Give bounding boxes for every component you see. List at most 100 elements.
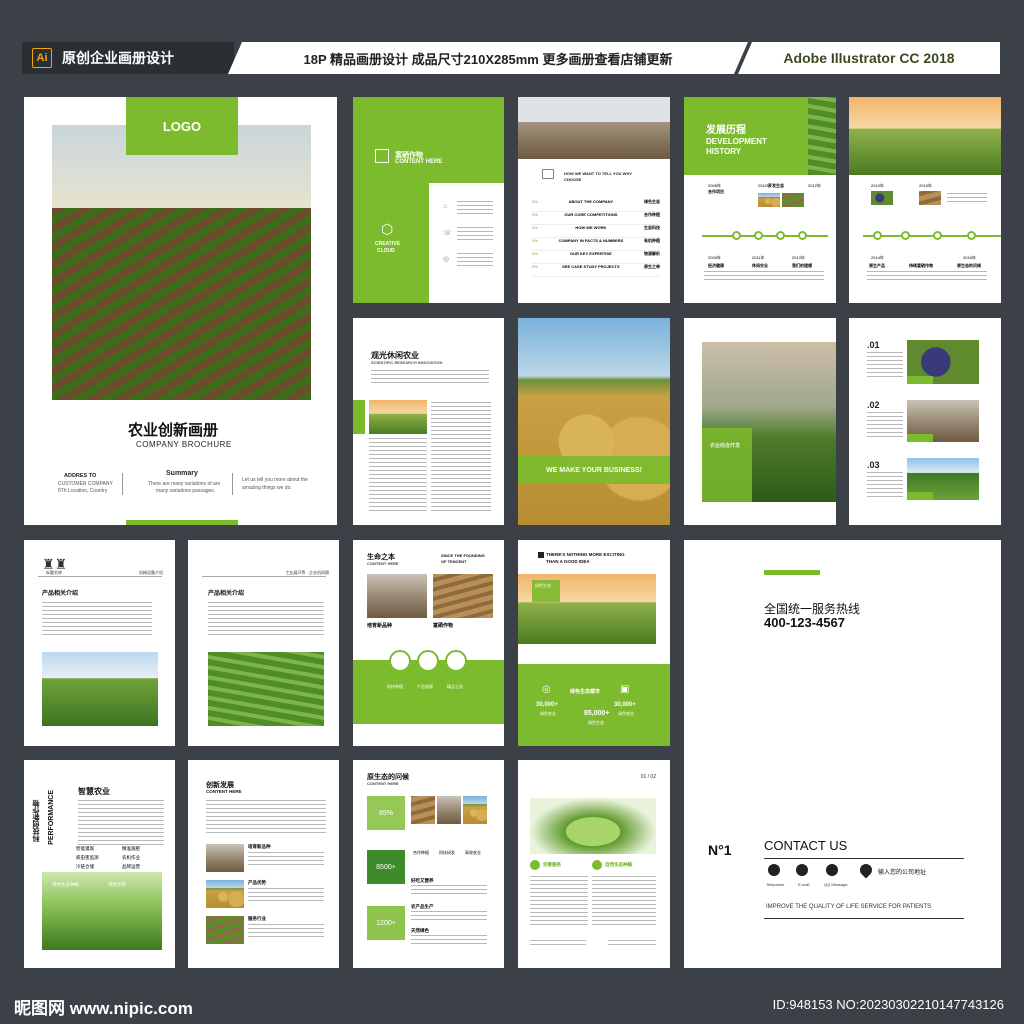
history-title-en-l2: HISTORY — [706, 147, 742, 156]
smart-item: 智能灌溉 — [76, 846, 94, 851]
cover-summary-l1: There are many variations of are — [148, 481, 221, 487]
tourism-green-bar — [353, 400, 365, 434]
phone-icon — [768, 864, 780, 876]
cover-page: LOGO 农业创新画册 COMPANY BROCHURE ADDRES TO C… — [24, 97, 337, 525]
cover-tell-l1: Let us tell you more about the — [242, 477, 308, 483]
index-en: SEE CASE STUDY PROJECTS — [562, 264, 620, 269]
product1-divider — [38, 576, 162, 577]
exciting-center-label: 绿色生态都市 — [570, 689, 601, 695]
smart-intro — [78, 800, 164, 846]
smart-item: 病虫害监测 — [76, 855, 99, 860]
list3-page: .01 生态葡萄 .02 农业机械 .03 玉米种植 — [849, 318, 1001, 525]
greeting-sub-3: 天然绿色 — [411, 928, 429, 933]
smart-side-en: PERFORMANCE — [48, 790, 55, 845]
history2-text — [947, 193, 987, 205]
index-en: OUR KEY EXPERTISE — [570, 251, 612, 256]
exciting-stat-2: 85,000+ — [584, 710, 610, 717]
history-timeline — [702, 235, 828, 237]
greeting-stat-3: 1200+ — [367, 906, 405, 940]
exciting-stat-1: 30,000+ — [536, 702, 558, 708]
leaf-label-1: 完善服务 — [543, 862, 561, 867]
index-pct: 0% — [532, 251, 538, 256]
product2-specs — [208, 602, 324, 636]
list3-text-2 — [867, 412, 903, 440]
history-page: 发展历程 DEVELOPMENT HISTORY 2008年 合作项目 2010… — [684, 97, 836, 303]
smart-items: 智能灌溉 精准施肥 病虫害监测 农机作业 冷链仓储 品牌运营 — [76, 846, 168, 870]
history2-page: 2013年 2015年 2014年 2016年 原生产品 持续富硒作物 原生态的… — [849, 97, 1001, 303]
header-bar: Ai 原创企业画册设计 18P 精品画册设计 成品尺寸210X285mm 更多画… — [22, 42, 1000, 74]
history-bottom-year-2: 2011年 — [752, 255, 765, 260]
contents-creative-l2: CLOUD — [377, 248, 395, 254]
leaf-foot-2 — [608, 940, 656, 948]
history-top-label-1: 合作项目 — [708, 189, 724, 194]
smart-side-cn: 科技创新作物 — [33, 800, 40, 842]
exciting-icon-2: ▣ — [620, 684, 630, 695]
product1-specs — [42, 602, 152, 638]
cover-address-label: ADDRES TO — [64, 473, 97, 479]
leaf-foot-1 — [530, 940, 586, 948]
cover-address-l1: CUSTOMER COMPANY — [58, 481, 113, 487]
smart-img-label-1: 绿色生态种植 — [52, 882, 79, 887]
greeting-sub-2: 农产品生产 — [411, 904, 434, 909]
index-row: 0% OUR KEY EXPERTISE 物源解析 — [532, 251, 660, 264]
index-head-l1: HOW WE WANT TO TELL YOU WHY — [564, 171, 632, 176]
history2-dot-2 — [901, 231, 910, 240]
greeting-stat-1: 85% — [367, 796, 405, 830]
list3-caption-2-bg: 农业机械 — [907, 434, 933, 448]
contact-icon-label-1: Telephone — [766, 882, 785, 887]
greeting-photo-1 — [411, 796, 435, 824]
contact-hotline: 400-123-4567 — [764, 615, 845, 630]
harvester-photo — [518, 97, 670, 159]
index-row: 0% SEE CASE STUDY PROJECTS 原生之帝 — [532, 264, 660, 277]
leaf-col-1 — [530, 876, 588, 926]
index-en: HOW WE WORK — [575, 225, 607, 230]
history-thumb-1 — [758, 193, 780, 207]
history2-photo — [849, 97, 1001, 175]
leaf-col-2 — [592, 876, 656, 926]
smart-item: 精准施肥 — [122, 846, 140, 851]
life-photo-2 — [433, 574, 493, 618]
list3-num-3: .03 — [867, 460, 880, 470]
history2-dot-3 — [933, 231, 942, 240]
index-list: 0% ABOUT THE COMPANY 绿色生态 0% OUR CORE CO… — [532, 199, 660, 277]
contact-divider — [764, 858, 964, 859]
tourism-title-en: SCIENTIFIC RESEARCH INNOVATION — [371, 360, 443, 365]
product2-photo — [208, 652, 324, 726]
sprinkler-caption-box: 农业综合开发 — [702, 428, 752, 502]
index-head-l2: CHOOSE — [564, 177, 582, 182]
exciting-icon-1: ◎ — [542, 684, 551, 695]
sprinkler-page: 农业综合开发 — [684, 318, 836, 525]
greeting-text-1 — [411, 885, 487, 897]
history2-top-year-2: 2015年 — [919, 183, 932, 188]
index-cn: 原生之帝 — [644, 264, 660, 269]
smart-item: 农机作业 — [122, 855, 140, 860]
history-dot-4 — [798, 231, 807, 240]
exciting-stat-1-label: 绿色农业 — [540, 711, 556, 716]
greeting-stat-3-value: 1200+ — [376, 919, 396, 927]
index-cn: 生态科技 — [643, 225, 660, 230]
cover-subtitle: COMPANY BROCHURE — [136, 440, 232, 449]
hay-banner-text: WE MAKE YOUR BUSINESS! — [546, 466, 642, 474]
history2-bottom-label-3: 原生态的问候 — [957, 263, 981, 268]
smart-item: 冷链仓储 — [76, 864, 94, 869]
tourism-photo — [369, 400, 427, 434]
contents-text-1 — [457, 201, 493, 215]
index-cn: 合作种植 — [644, 212, 660, 217]
history2-thumb-2 — [919, 191, 941, 205]
history-top-label-2: 开发生态 — [768, 183, 784, 188]
life-title-en: CONTENT HERE — [367, 561, 399, 566]
history2-dot-1 — [873, 231, 882, 240]
innovation-text-1 — [248, 852, 324, 868]
index-cn: 绿色生态 — [644, 199, 660, 204]
exciting-stat-2-label: 绿色生态 — [588, 720, 604, 725]
exciting-icon — [538, 552, 544, 558]
contact-icon-label-3: QQ Message — [824, 882, 848, 887]
life-since-l1: SINCE THE FOUNDING — [441, 553, 485, 558]
history2-dot-4 — [967, 231, 976, 240]
leaf-label-2: 自然生态种植 — [605, 862, 632, 867]
leaf-page-number: 01 / 02 — [640, 774, 656, 780]
product2-page: 工业展开等 · 企业机间隔 产品相关介绍 — [188, 540, 339, 746]
leaf-icon-1 — [530, 860, 540, 870]
index-row: 0% ABOUT THE COMPANY 绿色生态 — [532, 199, 660, 212]
smart-page: 科技创新作物 PERFORMANCE 智慧农业 智能灌溉 精准施肥 病虫害监测 … — [24, 760, 175, 968]
